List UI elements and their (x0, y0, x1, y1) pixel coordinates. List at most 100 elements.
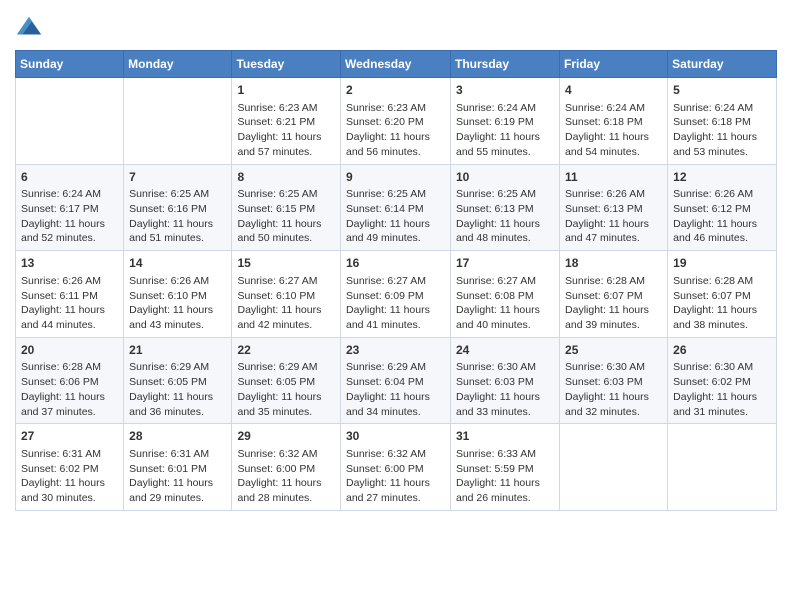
calendar-cell: 21Sunrise: 6:29 AMSunset: 6:05 PMDayligh… (124, 337, 232, 424)
day-number: 26 (673, 342, 771, 359)
cell-content: Sunrise: 6:23 AMSunset: 6:20 PMDaylight:… (346, 101, 445, 160)
day-number: 15 (237, 255, 335, 272)
calendar-cell: 23Sunrise: 6:29 AMSunset: 6:04 PMDayligh… (341, 337, 451, 424)
calendar-cell: 20Sunrise: 6:28 AMSunset: 6:06 PMDayligh… (16, 337, 124, 424)
calendar-cell: 16 Sunrise: 6:27 AMSunset: 6:09 PMDayligh… (341, 251, 451, 338)
cell-content: Sunrise: 6:25 AMSunset: 6:13 PMDaylight:… (456, 187, 554, 246)
calendar-week-row: 1Sunrise: 6:23 AMSunset: 6:21 PMDaylight… (16, 78, 777, 165)
day-number: 20 (21, 342, 118, 359)
day-number: 2 (346, 82, 445, 99)
day-number: 23 (346, 342, 445, 359)
calendar-cell: 27 Sunrise: 6:31 AMSunset: 6:02 PMDayligh… (16, 424, 124, 511)
day-number: 7 (129, 169, 226, 186)
cell-content: Sunrise: 6:30 AMSunset: 6:02 PMDaylight:… (673, 360, 771, 419)
cell-content: Sunrise: 6:24 AMSunset: 6:19 PMDaylight:… (456, 101, 554, 160)
calendar-week-row: 20Sunrise: 6:28 AMSunset: 6:06 PMDayligh… (16, 337, 777, 424)
cell-content: Sunrise: 6:33 AMSunset: 5:59 PMDaylight:… (456, 447, 554, 506)
day-number: 17 (456, 255, 554, 272)
cell-content: Sunrise: 6:29 AMSunset: 6:05 PMDaylight:… (129, 360, 226, 419)
day-number: 13 (21, 255, 118, 272)
cell-content: Sunrise: 6:25 AMSunset: 6:16 PMDaylight:… (129, 187, 226, 246)
calendar-table: SundayMondayTuesdayWednesdayThursdayFrid… (15, 50, 777, 511)
cell-content: Sunrise: 6:28 AMSunset: 6:07 PMDaylight:… (673, 274, 771, 333)
calendar-cell: 22Sunrise: 6:29 AMSunset: 6:05 PMDayligh… (232, 337, 341, 424)
calendar-day-header: Friday (560, 51, 668, 78)
day-number: 14 (129, 255, 226, 272)
day-number: 21 (129, 342, 226, 359)
calendar-cell (668, 424, 777, 511)
day-number: 18 (565, 255, 662, 272)
logo (15, 14, 45, 42)
calendar-cell: 9Sunrise: 6:25 AMSunset: 6:14 PMDaylight… (341, 164, 451, 251)
cell-content: Sunrise: 6:24 AMSunset: 6:18 PMDaylight:… (673, 101, 771, 160)
cell-content: Sunrise: 6:31 AMSunset: 6:01 PMDaylight:… (129, 447, 226, 506)
calendar-cell: 7Sunrise: 6:25 AMSunset: 6:16 PMDaylight… (124, 164, 232, 251)
cell-content: Sunrise: 6:25 AMSunset: 6:14 PMDaylight:… (346, 187, 445, 246)
cell-content: Sunrise: 6:30 AMSunset: 6:03 PMDaylight:… (456, 360, 554, 419)
day-number: 27 (21, 428, 118, 445)
day-number: 31 (456, 428, 554, 445)
logo-icon (15, 14, 43, 42)
calendar-cell (124, 78, 232, 165)
cell-content: Sunrise: 6:26 AMSunset: 6:12 PMDaylight:… (673, 187, 771, 246)
cell-content: Sunrise: 6:27 AMSunset: 6:08 PMDaylight:… (456, 274, 554, 333)
cell-content: Sunrise: 6:27 AMSunset: 6:10 PMDaylight:… (237, 274, 335, 333)
calendar-week-row: 27 Sunrise: 6:31 AMSunset: 6:02 PMDayligh… (16, 424, 777, 511)
calendar-cell: 15 Sunrise: 6:27 AMSunset: 6:10 PMDayligh… (232, 251, 341, 338)
cell-content: Sunrise: 6:32 AMSunset: 6:00 PMDaylight:… (237, 447, 335, 506)
calendar-cell: 8Sunrise: 6:25 AMSunset: 6:15 PMDaylight… (232, 164, 341, 251)
calendar-cell: 30 Sunrise: 6:32 AMSunset: 6:00 PMDayligh… (341, 424, 451, 511)
calendar-cell: 12Sunrise: 6:26 AMSunset: 6:12 PMDayligh… (668, 164, 777, 251)
cell-content: Sunrise: 6:29 AMSunset: 6:04 PMDaylight:… (346, 360, 445, 419)
calendar-cell: 29 Sunrise: 6:32 AMSunset: 6:00 PMDayligh… (232, 424, 341, 511)
calendar-cell: 28 Sunrise: 6:31 AMSunset: 6:01 PMDayligh… (124, 424, 232, 511)
calendar-header-row: SundayMondayTuesdayWednesdayThursdayFrid… (16, 51, 777, 78)
day-number: 1 (237, 82, 335, 99)
cell-content: Sunrise: 6:32 AMSunset: 6:00 PMDaylight:… (346, 447, 445, 506)
calendar-cell: 25Sunrise: 6:30 AMSunset: 6:03 PMDayligh… (560, 337, 668, 424)
calendar-day-header: Wednesday (341, 51, 451, 78)
calendar-cell: 2 Sunrise: 6:23 AMSunset: 6:20 PMDaylight… (341, 78, 451, 165)
cell-content: Sunrise: 6:26 AMSunset: 6:13 PMDaylight:… (565, 187, 662, 246)
calendar-day-header: Tuesday (232, 51, 341, 78)
calendar-cell: 6Sunrise: 6:24 AMSunset: 6:17 PMDaylight… (16, 164, 124, 251)
calendar-day-header: Saturday (668, 51, 777, 78)
calendar-cell: 1Sunrise: 6:23 AMSunset: 6:21 PMDaylight… (232, 78, 341, 165)
cell-content: Sunrise: 6:30 AMSunset: 6:03 PMDaylight:… (565, 360, 662, 419)
calendar-cell: 10Sunrise: 6:25 AMSunset: 6:13 PMDayligh… (451, 164, 560, 251)
day-number: 22 (237, 342, 335, 359)
cell-content: Sunrise: 6:28 AMSunset: 6:07 PMDaylight:… (565, 274, 662, 333)
day-number: 29 (237, 428, 335, 445)
cell-content: Sunrise: 6:27 AMSunset: 6:09 PMDaylight:… (346, 274, 445, 333)
day-number: 12 (673, 169, 771, 186)
calendar-week-row: 13 Sunrise: 6:26 AMSunset: 6:11 PMDayligh… (16, 251, 777, 338)
day-number: 30 (346, 428, 445, 445)
page: SundayMondayTuesdayWednesdayThursdayFrid… (0, 0, 792, 612)
calendar-cell: 19Sunrise: 6:28 AMSunset: 6:07 PMDayligh… (668, 251, 777, 338)
day-number: 16 (346, 255, 445, 272)
day-number: 28 (129, 428, 226, 445)
cell-content: Sunrise: 6:29 AMSunset: 6:05 PMDaylight:… (237, 360, 335, 419)
cell-content: Sunrise: 6:25 AMSunset: 6:15 PMDaylight:… (237, 187, 335, 246)
cell-content: Sunrise: 6:26 AMSunset: 6:11 PMDaylight:… (21, 274, 118, 333)
calendar-day-header: Monday (124, 51, 232, 78)
cell-content: Sunrise: 6:31 AMSunset: 6:02 PMDaylight:… (21, 447, 118, 506)
calendar-cell: 17 Sunrise: 6:27 AMSunset: 6:08 PMDayligh… (451, 251, 560, 338)
calendar-day-header: Sunday (16, 51, 124, 78)
header (15, 10, 777, 42)
day-number: 5 (673, 82, 771, 99)
day-number: 25 (565, 342, 662, 359)
calendar-cell: 3 Sunrise: 6:24 AMSunset: 6:19 PMDaylight… (451, 78, 560, 165)
calendar-cell: 24Sunrise: 6:30 AMSunset: 6:03 PMDayligh… (451, 337, 560, 424)
calendar-cell: 13 Sunrise: 6:26 AMSunset: 6:11 PMDayligh… (16, 251, 124, 338)
calendar-cell: 18 Sunrise: 6:28 AMSunset: 6:07 PMDayligh… (560, 251, 668, 338)
calendar-day-header: Thursday (451, 51, 560, 78)
day-number: 4 (565, 82, 662, 99)
day-number: 10 (456, 169, 554, 186)
calendar-cell (560, 424, 668, 511)
calendar-cell: 31 Sunrise: 6:33 AMSunset: 5:59 PMDayligh… (451, 424, 560, 511)
cell-content: Sunrise: 6:26 AMSunset: 6:10 PMDaylight:… (129, 274, 226, 333)
day-number: 3 (456, 82, 554, 99)
calendar-cell (16, 78, 124, 165)
day-number: 9 (346, 169, 445, 186)
